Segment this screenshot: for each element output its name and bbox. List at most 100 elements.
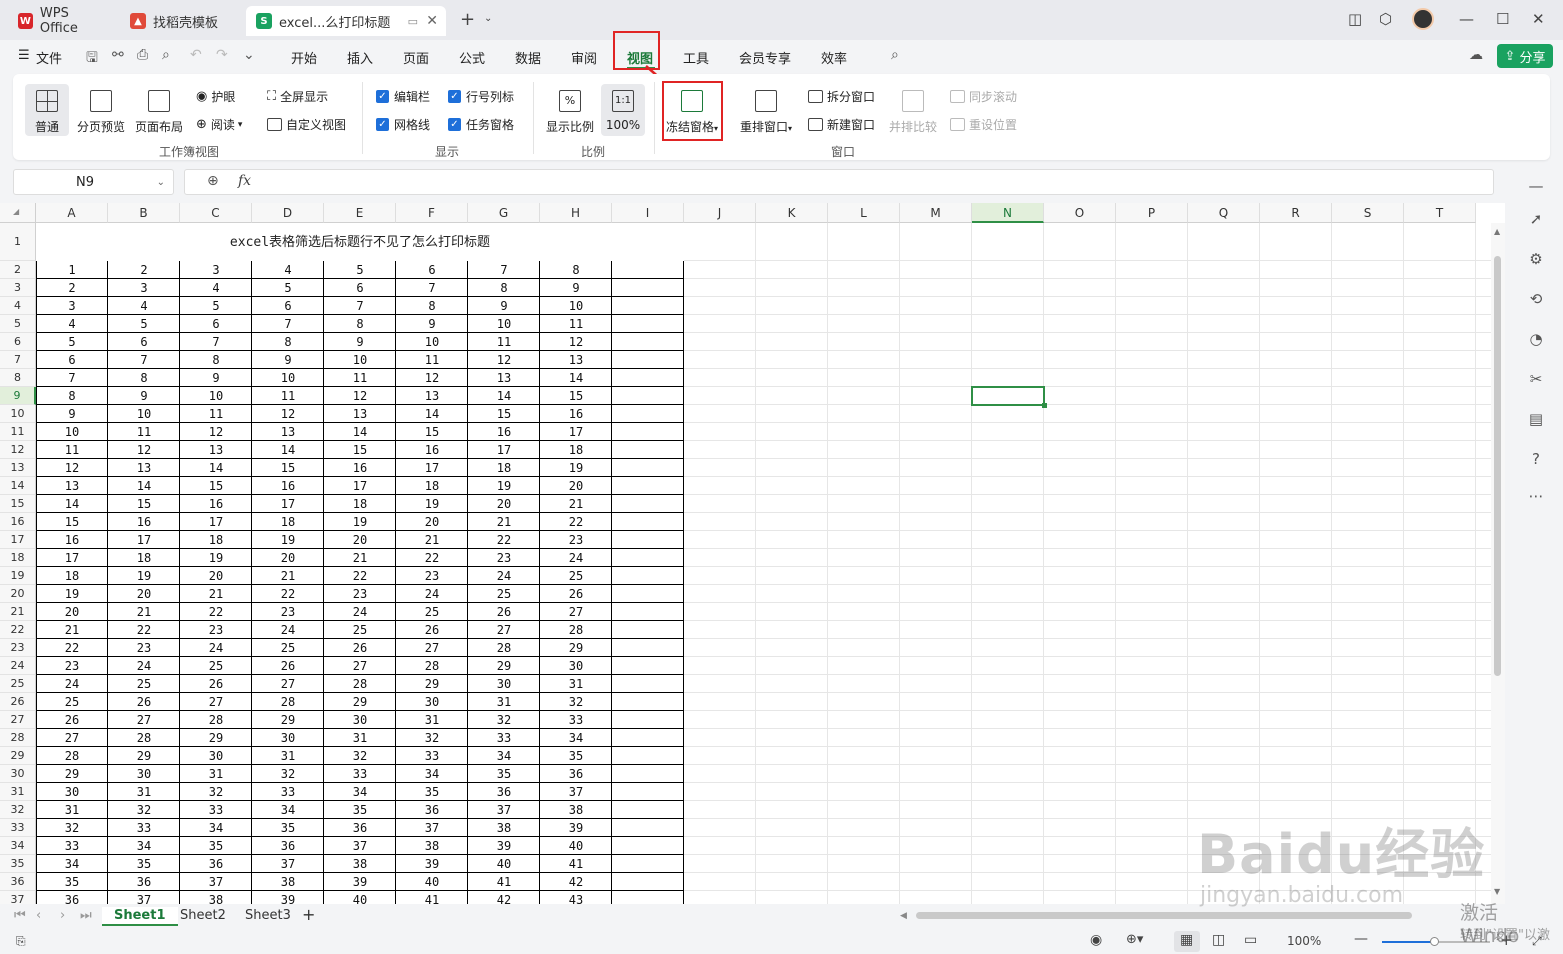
cell[interactable]: 16 <box>36 531 108 549</box>
cell[interactable]: 33 <box>540 711 612 729</box>
row-header[interactable]: 22 <box>0 621 36 639</box>
column-header[interactable]: O <box>1044 203 1116 223</box>
cell[interactable]: 39 <box>324 873 396 891</box>
row-header[interactable]: 27 <box>0 711 36 729</box>
fullscreen-button[interactable]: ⛶ 全屏显示 <box>267 88 328 105</box>
cell[interactable]: 36 <box>108 873 180 891</box>
cell[interactable]: 3 <box>180 261 252 279</box>
row-header[interactable]: 24 <box>0 657 36 675</box>
cell[interactable]: 33 <box>108 819 180 837</box>
cell[interactable]: 38 <box>180 891 252 904</box>
cell[interactable]: 12 <box>252 405 324 423</box>
cell[interactable]: 9 <box>324 333 396 351</box>
row-header[interactable]: 1 <box>0 223 36 261</box>
cell[interactable]: 30 <box>180 747 252 765</box>
formula-input[interactable]: ⊕ fx <box>184 169 1494 195</box>
cell[interactable]: 41 <box>396 891 468 904</box>
cell[interactable]: 35 <box>108 855 180 873</box>
cell[interactable]: 4 <box>108 297 180 315</box>
row-header[interactable]: 18 <box>0 549 36 567</box>
cell[interactable]: 17 <box>252 495 324 513</box>
column-header[interactable]: D <box>252 203 324 223</box>
cell[interactable]: 32 <box>180 783 252 801</box>
cell[interactable]: 24 <box>324 603 396 621</box>
menu-member[interactable]: 会员专享 <box>739 48 791 67</box>
cell[interactable]: 19 <box>180 549 252 567</box>
cell[interactable]: 39 <box>540 819 612 837</box>
cell[interactable]: 29 <box>396 675 468 693</box>
page-break-view-icon[interactable]: ◫ <box>1212 932 1225 948</box>
cell[interactable]: 18 <box>468 459 540 477</box>
tab-current-workbook[interactable]: S excel...么打印标题 ▭ ✕ <box>246 6 446 36</box>
cell[interactable]: 16 <box>468 423 540 441</box>
cell[interactable]: 34 <box>108 837 180 855</box>
cell[interactable]: 41 <box>540 855 612 873</box>
cell[interactable]: 16 <box>108 513 180 531</box>
cell[interactable]: 41 <box>468 873 540 891</box>
cell[interactable]: 5 <box>324 261 396 279</box>
cell[interactable]: 9 <box>36 405 108 423</box>
cell[interactable]: 14 <box>324 423 396 441</box>
cell[interactable]: 23 <box>36 657 108 675</box>
row-header[interactable]: 30 <box>0 765 36 783</box>
cell[interactable]: 37 <box>324 837 396 855</box>
cell[interactable]: 20 <box>180 567 252 585</box>
cell[interactable]: 39 <box>396 855 468 873</box>
cell[interactable]: 37 <box>108 891 180 904</box>
cell[interactable]: 18 <box>36 567 108 585</box>
menu-start[interactable]: 开始 <box>291 48 317 67</box>
cell[interactable]: 21 <box>540 495 612 513</box>
row-header[interactable]: 3 <box>0 279 36 297</box>
save-icon[interactable]: 🖫 <box>86 47 98 71</box>
cell[interactable]: 23 <box>108 639 180 657</box>
cell[interactable]: 9 <box>180 369 252 387</box>
cell[interactable]: 27 <box>396 639 468 657</box>
cell[interactable]: 13 <box>468 369 540 387</box>
cell[interactable]: 13 <box>540 351 612 369</box>
column-header[interactable]: S <box>1332 203 1404 223</box>
column-header[interactable]: P <box>1116 203 1188 223</box>
column-header[interactable]: A <box>36 203 108 223</box>
cell[interactable]: 30 <box>396 693 468 711</box>
pointer-icon[interactable]: ➚ <box>1526 210 1546 228</box>
cell[interactable]: 35 <box>180 837 252 855</box>
cell[interactable]: 29 <box>540 639 612 657</box>
cell[interactable]: 40 <box>540 837 612 855</box>
row-header[interactable]: 6 <box>0 333 36 351</box>
cell[interactable]: 19 <box>252 531 324 549</box>
row-header[interactable]: 15 <box>0 495 36 513</box>
hamburger-icon[interactable]: ☰ <box>18 48 30 63</box>
cell[interactable]: 38 <box>396 837 468 855</box>
cell[interactable]: 36 <box>396 801 468 819</box>
sliders-icon[interactable]: ⚙ <box>1526 250 1546 268</box>
cell[interactable]: 18 <box>108 549 180 567</box>
maximize-icon[interactable]: ☐ <box>1496 10 1509 28</box>
menu-formula[interactable]: 公式 <box>459 48 485 67</box>
zoom-out-icon[interactable]: — <box>1354 931 1368 947</box>
cell[interactable]: 10 <box>468 315 540 333</box>
cell[interactable]: 26 <box>396 621 468 639</box>
cell[interactable]: 13 <box>396 387 468 405</box>
cell[interactable]: 5 <box>36 333 108 351</box>
scroll-left-icon[interactable]: ◀ <box>900 911 907 921</box>
cell[interactable]: 31 <box>252 747 324 765</box>
cell[interactable]: 7 <box>468 261 540 279</box>
sheet-tab-sheet3[interactable]: Sheet3 <box>245 908 291 923</box>
gridlines-checkbox[interactable]: ✓ 网格线 <box>376 116 430 133</box>
first-sheet-icon[interactable]: ⏮ <box>14 908 26 923</box>
cell[interactable]: 11 <box>324 369 396 387</box>
cell[interactable]: 21 <box>396 531 468 549</box>
column-header[interactable]: R <box>1260 203 1332 223</box>
cell[interactable]: 5 <box>252 279 324 297</box>
cell[interactable]: 2 <box>108 261 180 279</box>
cell[interactable]: 2 <box>36 279 108 297</box>
cell[interactable]: 22 <box>108 621 180 639</box>
cell[interactable]: 42 <box>468 891 540 904</box>
cell[interactable]: 8 <box>468 279 540 297</box>
cell[interactable]: 15 <box>396 423 468 441</box>
cell[interactable]: 29 <box>36 765 108 783</box>
cell[interactable]: 35 <box>36 873 108 891</box>
row-header[interactable]: 32 <box>0 801 36 819</box>
cell[interactable]: 38 <box>252 873 324 891</box>
cell[interactable]: 22 <box>324 567 396 585</box>
